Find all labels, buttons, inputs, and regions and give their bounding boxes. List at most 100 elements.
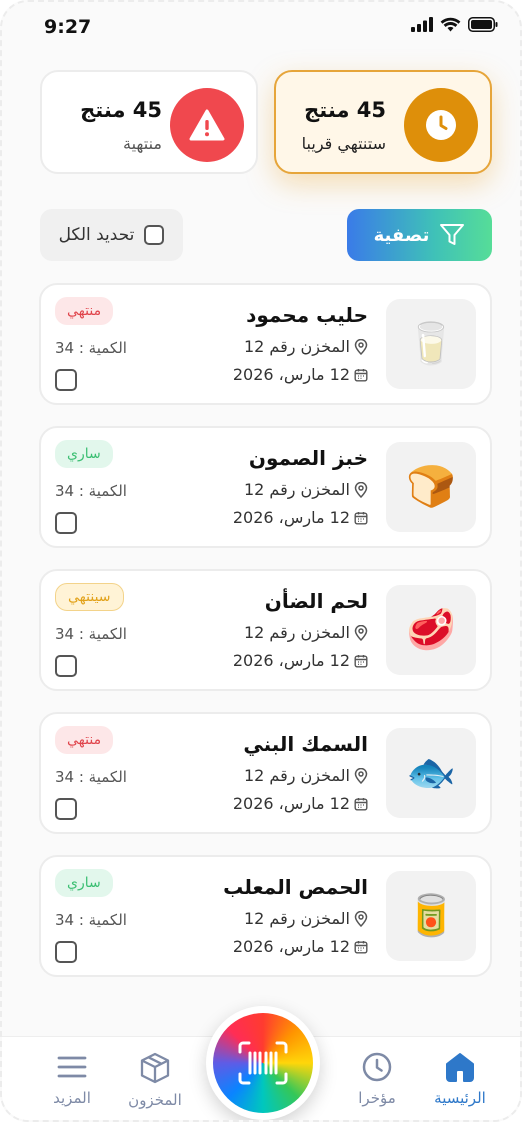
location-pin-icon <box>354 338 368 355</box>
product-checkbox[interactable] <box>55 369 77 391</box>
product-date-text: 12 مارس، 2026 <box>232 937 350 956</box>
product-emoji: 🍞 <box>406 464 456 510</box>
calendar-icon <box>354 654 368 668</box>
product-location: المخزن رقم 12 <box>244 480 368 499</box>
product-card[interactable]: 🐟 السمك البني المخزن رقم 12 12 مارس، 2026 من… <box>39 712 492 834</box>
expired-label: منتهية <box>122 134 162 153</box>
product-checkbox[interactable] <box>55 798 77 820</box>
scan-button[interactable] <box>206 1006 320 1120</box>
product-quantity: الكمية : 34 <box>55 768 127 786</box>
nav-inventory[interactable]: المخزون <box>115 1051 195 1109</box>
product-name: لحم الضأن <box>264 589 368 613</box>
box-icon <box>140 1052 170 1084</box>
signal-icon <box>411 17 433 32</box>
product-date: 12 مارس، 2026 <box>233 937 368 956</box>
nav-home-label: الرئيسية <box>434 1089 486 1107</box>
filter-icon <box>440 224 465 245</box>
status-badge: سينتهي <box>55 583 124 611</box>
product-date: 12 مارس، 2026 <box>233 794 368 813</box>
product-emoji: 🥫 <box>406 893 456 939</box>
status-time: 9:27 <box>44 16 92 38</box>
product-date-text: 12 مارس، 2026 <box>232 794 350 813</box>
calendar-icon <box>354 940 368 954</box>
battery-icon <box>468 17 498 32</box>
filter-button[interactable]: تصفية <box>347 209 492 261</box>
clock-icon <box>404 88 478 162</box>
location-pin-icon <box>354 624 368 641</box>
scan-button-face <box>213 1013 313 1113</box>
calendar-icon <box>354 511 368 525</box>
product-location: المخزن رقم 12 <box>244 337 368 356</box>
nav-recent[interactable]: مؤخرا <box>337 1051 417 1107</box>
product-quantity: الكمية : 34 <box>55 625 127 643</box>
product-checkbox[interactable] <box>55 941 77 963</box>
product-location: المخزن رقم 12 <box>244 623 368 642</box>
product-card[interactable]: 🥩 لحم الضأن المخزن رقم 12 12 مارس، 2026 سينت… <box>39 569 492 691</box>
status-bar: 9:27 <box>2 2 520 54</box>
product-location-text: المخزن رقم 12 <box>243 909 350 928</box>
product-quantity: الكمية : 34 <box>55 482 127 500</box>
barcode-scan-icon <box>238 1041 288 1085</box>
location-pin-icon <box>354 910 368 927</box>
product-location-text: المخزن رقم 12 <box>243 623 350 642</box>
product-quantity: الكمية : 34 <box>55 911 127 929</box>
status-badge: منتهي <box>55 726 114 754</box>
select-all-label: تحديد الكل <box>58 225 135 245</box>
nav-inventory-label: المخزون <box>128 1091 182 1109</box>
calendar-icon <box>354 797 368 811</box>
product-date-text: 12 مارس، 2026 <box>232 508 350 527</box>
product-emoji: 🥩 <box>406 607 456 653</box>
product-card[interactable]: 🥛 حليب محمود المخزن رقم 12 12 مارس، 2026 منت… <box>39 283 492 405</box>
product-name: خبز الصمون <box>248 446 368 470</box>
expired-card[interactable]: 45 منتج منتهية <box>40 70 258 174</box>
status-badge: ساري <box>55 440 113 468</box>
product-location-text: المخزن رقم 12 <box>243 766 350 785</box>
nav-recent-label: مؤخرا <box>358 1089 396 1107</box>
product-location-text: المخزن رقم 12 <box>243 480 350 499</box>
expiring-soon-count: 45 منتج <box>304 98 386 122</box>
product-location-text: المخزن رقم 12 <box>243 337 350 356</box>
status-icons <box>411 17 498 32</box>
product-name: السمك البني <box>243 732 368 756</box>
product-date: 12 مارس، 2026 <box>233 508 368 527</box>
home-icon <box>446 1053 474 1082</box>
clock-icon <box>362 1052 392 1082</box>
product-image: 🥩 <box>386 585 476 675</box>
product-emoji: 🥛 <box>406 321 456 367</box>
location-pin-icon <box>354 767 368 784</box>
warning-icon <box>170 88 244 162</box>
wifi-icon <box>440 17 461 32</box>
expiring-soon-label: ستنتهي قريبا <box>301 134 386 153</box>
location-pin-icon <box>354 481 368 498</box>
expired-count: 45 منتج <box>80 98 162 122</box>
product-date-text: 12 مارس، 2026 <box>232 365 350 384</box>
app-screen: 9:27 45 منتج ستنتهي قريبا 45 منتج منتهية… <box>0 0 522 1122</box>
product-location: المخزن رقم 12 <box>244 766 368 785</box>
select-all-button[interactable]: تحديد الكل <box>40 209 183 261</box>
product-location: المخزن رقم 12 <box>244 909 368 928</box>
product-image: 🥫 <box>386 871 476 961</box>
product-date: 12 مارس، 2026 <box>233 651 368 670</box>
menu-icon <box>57 1056 87 1078</box>
product-card[interactable]: 🥫 الحمص المعلب المخزن رقم 12 12 مارس، 2026 س… <box>39 855 492 977</box>
product-card[interactable]: 🍞 خبز الصمون المخزن رقم 12 12 مارس، 2026 سار… <box>39 426 492 548</box>
nav-more[interactable]: المزيد <box>32 1051 112 1107</box>
status-badge: ساري <box>55 869 113 897</box>
status-badge: منتهي <box>55 297 114 325</box>
filter-label: تصفية <box>373 224 430 246</box>
product-name: الحمص المعلب <box>223 875 368 899</box>
product-checkbox[interactable] <box>55 512 77 534</box>
product-date: 12 مارس، 2026 <box>233 365 368 384</box>
product-date-text: 12 مارس، 2026 <box>232 651 350 670</box>
product-image: 🐟 <box>386 728 476 818</box>
calendar-icon <box>354 368 368 382</box>
product-name: حليب محمود <box>246 303 368 327</box>
product-checkbox[interactable] <box>55 655 77 677</box>
select-all-checkbox[interactable] <box>144 225 165 245</box>
product-quantity: الكمية : 34 <box>55 339 127 357</box>
nav-more-label: المزيد <box>53 1089 91 1107</box>
expiring-soon-card[interactable]: 45 منتج ستنتهي قريبا <box>274 70 492 174</box>
nav-home[interactable]: الرئيسية <box>420 1051 500 1107</box>
product-emoji: 🐟 <box>406 750 456 796</box>
product-image: 🥛 <box>386 299 476 389</box>
